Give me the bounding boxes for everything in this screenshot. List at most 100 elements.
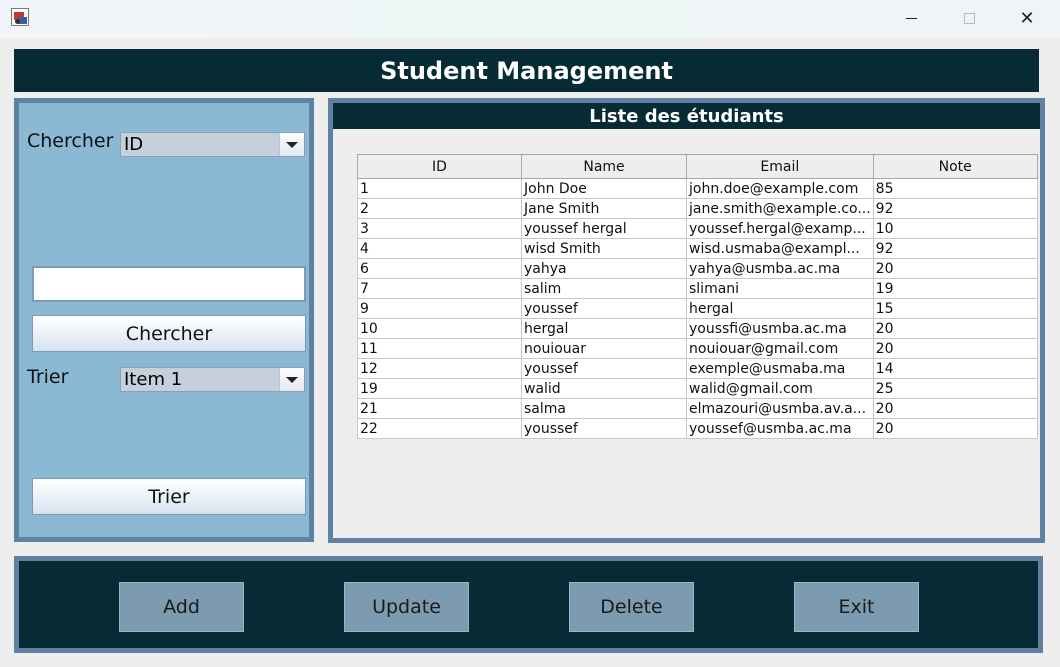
search-label: Chercher [27, 130, 114, 152]
cell-note[interactable]: 92 [872, 198, 1038, 219]
cell-note[interactable]: 20 [872, 398, 1038, 419]
exit-button-label: Exit [838, 596, 875, 618]
exit-button[interactable]: Exit [794, 582, 919, 632]
cell-name[interactable]: youssef hergal [521, 218, 687, 239]
cell-name[interactable]: Jane Smith [521, 198, 687, 219]
sort-field-select[interactable]: Item 1 [120, 367, 305, 392]
cell-email[interactable]: hergal [686, 298, 874, 319]
minimize-button[interactable] [888, 0, 934, 36]
update-button[interactable]: Update [344, 582, 469, 632]
cell-email[interactable]: yahya@usmba.ac.ma [686, 258, 874, 279]
cell-email[interactable]: exemple@usmaba.ma [686, 358, 874, 379]
cell-email[interactable]: walid@gmail.com [686, 378, 874, 399]
chevron-down-icon[interactable] [279, 368, 304, 391]
cell-note[interactable]: 25 [872, 378, 1038, 399]
column-header-name[interactable]: Name [521, 154, 687, 179]
cell-name[interactable]: salma [521, 398, 687, 419]
table-header-row: ID Name Email Note [357, 154, 1038, 179]
table-row[interactable]: 10 hergal youssfi@usmba.ac.ma 20 [357, 318, 1038, 339]
close-button[interactable]: ✕ [1004, 0, 1050, 36]
app-icon [11, 8, 29, 26]
cell-note[interactable]: 85 [872, 178, 1038, 199]
table-row[interactable]: 11 nouiouar nouiouar@gmail.com 20 [357, 338, 1038, 359]
table-row[interactable]: 3 youssef hergal youssef.hergal@examp... 10 [357, 218, 1038, 239]
search-button[interactable]: Chercher [32, 315, 306, 352]
cell-id[interactable]: 9 [357, 298, 522, 319]
cell-id[interactable]: 3 [357, 218, 522, 239]
column-header-email[interactable]: Email [686, 154, 874, 179]
table-row[interactable]: 6 yahya yahya@usmba.ac.ma 20 [357, 258, 1038, 279]
students-table[interactable]: ID Name Email Note 1 John Doe john.doe@exa… [357, 154, 1038, 439]
add-button-label: Add [163, 596, 200, 618]
cell-id[interactable]: 19 [357, 378, 522, 399]
cell-note[interactable]: 20 [872, 258, 1038, 279]
sort-button-label: Trier [148, 485, 190, 508]
cell-name[interactable]: youssef [521, 298, 687, 319]
student-list-panel: Liste des étudiants ID Name Email Note 1… [328, 98, 1045, 543]
add-button[interactable]: Add [119, 582, 244, 632]
table-row[interactable]: 12 youssef exemple@usmaba.ma 14 [357, 358, 1038, 379]
cell-name[interactable]: youssef [521, 358, 687, 379]
cell-email[interactable]: youssfi@usmba.ac.ma [686, 318, 874, 339]
table-row[interactable]: 22 youssef youssef@usmba.ac.ma 20 [357, 418, 1038, 439]
cell-note[interactable]: 20 [872, 338, 1038, 359]
cell-name[interactable]: yahya [521, 258, 687, 279]
table-row[interactable]: 1 John Doe john.doe@example.com 85 [357, 178, 1038, 199]
close-icon: ✕ [1019, 7, 1035, 29]
cell-email[interactable]: youssef.hergal@examp... [686, 218, 874, 239]
student-list-title: Liste des étudiants [333, 103, 1040, 129]
cell-note[interactable]: 10 [872, 218, 1038, 239]
cell-id[interactable]: 22 [357, 418, 522, 439]
table-row[interactable]: 9 youssef hergal 15 [357, 298, 1038, 319]
cell-id[interactable]: 1 [357, 178, 522, 199]
table-row[interactable]: 4 wisd Smith wisd.usmaba@exampl... 92 [357, 238, 1038, 259]
cell-id[interactable]: 4 [357, 238, 522, 259]
cell-id[interactable]: 12 [357, 358, 522, 379]
chevron-down-icon[interactable] [279, 133, 304, 156]
cell-name[interactable]: walid [521, 378, 687, 399]
cell-id[interactable]: 10 [357, 318, 522, 339]
actions-panel: Add Update Delete Exit [14, 556, 1043, 653]
cell-id[interactable]: 21 [357, 398, 522, 419]
cell-id[interactable]: 2 [357, 198, 522, 219]
cell-name[interactable]: hergal [521, 318, 687, 339]
cell-email[interactable]: wisd.usmaba@exampl... [686, 238, 874, 259]
search-input[interactable] [32, 266, 306, 302]
window-titlebar: ✕ [0, 0, 1060, 38]
cell-email[interactable]: john.doe@example.com [686, 178, 874, 199]
maximize-icon [963, 12, 975, 24]
cell-name[interactable]: wisd Smith [521, 238, 687, 259]
delete-button-label: Delete [600, 596, 663, 618]
cell-note[interactable]: 20 [872, 418, 1038, 439]
sort-button[interactable]: Trier [32, 478, 306, 515]
cell-name[interactable]: youssef [521, 418, 687, 439]
cell-note[interactable]: 19 [872, 278, 1038, 299]
column-header-id[interactable]: ID [357, 154, 522, 179]
maximize-button[interactable] [946, 0, 992, 36]
cell-email[interactable]: nouiouar@gmail.com [686, 338, 874, 359]
cell-note[interactable]: 14 [872, 358, 1038, 379]
cell-name[interactable]: John Doe [521, 178, 687, 199]
cell-email[interactable]: youssef@usmba.ac.ma [686, 418, 874, 439]
cell-note[interactable]: 15 [872, 298, 1038, 319]
cell-name[interactable]: salim [521, 278, 687, 299]
cell-note[interactable]: 20 [872, 318, 1038, 339]
cell-id[interactable]: 11 [357, 338, 522, 359]
cell-id[interactable]: 6 [357, 258, 522, 279]
cell-email[interactable]: slimani [686, 278, 874, 299]
column-header-note[interactable]: Note [872, 154, 1038, 179]
search-field-select[interactable]: ID [120, 132, 305, 157]
delete-button[interactable]: Delete [569, 582, 694, 632]
table-row[interactable]: 19 walid walid@gmail.com 25 [357, 378, 1038, 399]
table-row[interactable]: 2 Jane Smith jane.smith@example.co... 92 [357, 198, 1038, 219]
cell-email[interactable]: jane.smith@example.co... [686, 198, 874, 219]
cell-id[interactable]: 7 [357, 278, 522, 299]
cell-note[interactable]: 92 [872, 238, 1038, 259]
cell-email[interactable]: elmazouri@usmba.av.a... [686, 398, 874, 419]
table-row[interactable]: 7 salim slimani 19 [357, 278, 1038, 299]
search-sort-panel: Chercher ID Chercher Trier Item 1 Trier [14, 98, 314, 542]
search-field-select-value: ID [124, 134, 144, 155]
sort-field-select-value: Item 1 [124, 369, 183, 390]
cell-name[interactable]: nouiouar [521, 338, 687, 359]
table-row[interactable]: 21 salma elmazouri@usmba.av.a... 20 [357, 398, 1038, 419]
